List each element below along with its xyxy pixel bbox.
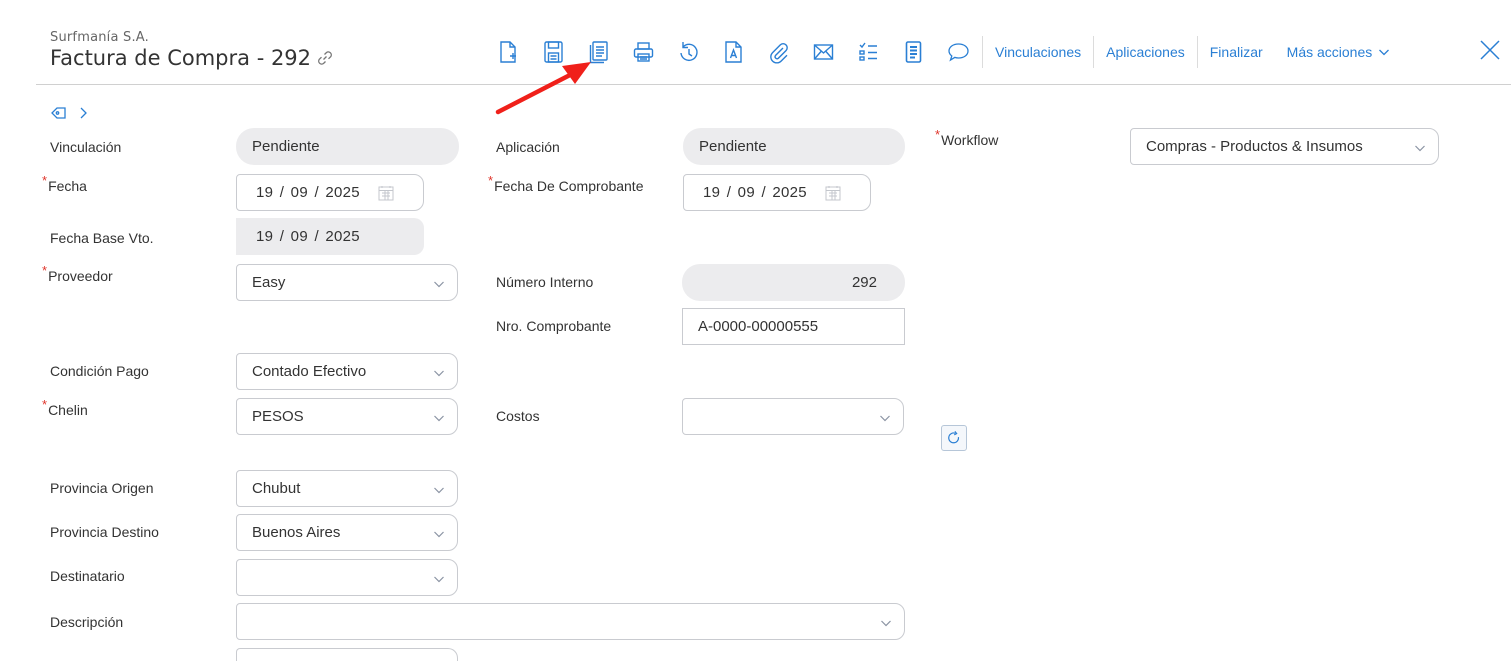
fecha-input[interactable]: 19 / 09 / 2025: [236, 174, 424, 211]
header-divider: [36, 84, 1511, 85]
chevron-right-icon[interactable]: [74, 104, 92, 122]
close-icon[interactable]: [1478, 38, 1502, 62]
fecha-comprobante-label: *Fecha De Comprobante: [488, 173, 644, 194]
chelin-label-text: Chelin: [48, 402, 88, 418]
fecha-label-text: Fecha: [48, 178, 87, 194]
nro-comprobante-value: A-0000-00000555: [698, 318, 819, 335]
chelin-select[interactable]: PESOS: [236, 398, 458, 435]
tags-row: [50, 104, 92, 122]
page-header: Surfmanía S.A. Factura de Compra - 292 V…: [0, 0, 1511, 86]
toolbar-separator: [982, 36, 983, 68]
chevron-down-icon: [434, 576, 444, 583]
required-marker: *: [935, 127, 941, 142]
fecha-comprobante-label-text: Fecha De Comprobante: [494, 178, 644, 194]
copy-document-icon[interactable]: [587, 39, 610, 65]
nro-comprobante-label: Nro. Comprobante: [496, 318, 612, 334]
mas-acciones-label: Más acciones: [1286, 44, 1373, 60]
workflow-label-text: Workflow: [941, 132, 999, 148]
chevron-down-icon: [880, 415, 890, 422]
report-icon[interactable]: [902, 39, 925, 65]
fecha-base-vto-field: 19 / 09 / 2025: [236, 218, 424, 255]
proveedor-label: *Proveedor: [42, 263, 113, 284]
chevron-down-icon: [434, 415, 444, 422]
chevron-down-icon: [434, 370, 444, 377]
link-icon[interactable]: [315, 48, 335, 68]
provincia-destino-select[interactable]: Buenos Aires: [236, 514, 458, 551]
condicion-pago-value: Contado Efectivo: [252, 363, 367, 380]
workflow-value: Compras - Productos & Insumos: [1146, 138, 1363, 155]
chelin-label: *Chelin: [42, 397, 88, 418]
condicion-pago-label: Condición Pago: [50, 363, 149, 379]
calendar-icon[interactable]: [824, 184, 842, 202]
required-marker: *: [42, 173, 48, 188]
fecha-comprobante-input[interactable]: 19 / 09 / 2025: [683, 174, 871, 211]
aplicacion-field: Pendiente: [683, 128, 905, 165]
proveedor-label-text: Proveedor: [48, 268, 113, 284]
history-icon[interactable]: [677, 39, 700, 65]
condicion-pago-select[interactable]: Contado Efectivo: [236, 353, 458, 390]
document-title: Factura de Compra - 292: [50, 46, 312, 70]
numero-interno-field: 292: [682, 264, 905, 301]
refresh-icon: [948, 430, 960, 444]
attachment-icon[interactable]: [767, 39, 790, 65]
workflow-label: *Workflow: [935, 127, 999, 148]
company-name: Surfmanía S.A.: [50, 30, 149, 45]
print-icon[interactable]: [632, 39, 655, 65]
aplicaciones-button[interactable]: Aplicaciones: [1106, 44, 1185, 60]
vinculacion-field: Pendiente: [236, 128, 459, 165]
destinatario-select[interactable]: [236, 559, 458, 596]
provincia-origen-value: Chubut: [252, 480, 301, 497]
provincia-destino-label: Provincia Destino: [50, 524, 159, 540]
chevron-down-icon: [881, 620, 891, 627]
required-marker: *: [42, 263, 48, 278]
aplicacion-label: Aplicación: [496, 139, 560, 155]
costos-label: Costos: [496, 408, 540, 424]
toolbar-separator: [1196, 36, 1198, 68]
provincia-origen-label: Provincia Origen: [50, 480, 154, 496]
comment-icon[interactable]: [947, 39, 970, 65]
tag-icon[interactable]: [50, 104, 68, 122]
proveedor-select[interactable]: Easy: [236, 264, 458, 301]
chevron-down-icon: [1415, 145, 1425, 152]
fecha-comprobante-value: 19 / 09 / 2025: [703, 184, 807, 201]
destinatario-label: Destinatario: [50, 568, 125, 584]
save-icon[interactable]: [542, 39, 565, 65]
text-document-icon[interactable]: [722, 39, 745, 65]
descripcion-select[interactable]: [236, 603, 905, 640]
new-document-icon[interactable]: [497, 39, 520, 65]
numero-interno-label: Número Interno: [496, 274, 594, 290]
chevron-down-icon: [434, 487, 444, 494]
workflow-select[interactable]: Compras - Productos & Insumos: [1130, 128, 1439, 165]
fecha-base-vto-value: 19 / 09 / 2025: [256, 228, 360, 245]
chevron-down-icon: [1379, 49, 1390, 56]
vinculacion-label: Vinculación: [50, 139, 122, 155]
mas-acciones-button[interactable]: Más acciones: [1287, 44, 1391, 60]
proveedor-value: Easy: [252, 274, 286, 291]
chevron-down-icon: [434, 531, 444, 538]
chelin-value: PESOS: [252, 408, 304, 425]
toolbar-separator: [1093, 36, 1095, 68]
finalizar-button[interactable]: Finalizar: [1210, 44, 1263, 60]
vinculaciones-button[interactable]: Vinculaciones: [995, 44, 1081, 60]
chevron-down-icon: [434, 281, 444, 288]
provincia-destino-value: Buenos Aires: [252, 524, 341, 541]
next-field-partial[interactable]: [236, 648, 458, 661]
required-marker: *: [488, 173, 494, 188]
required-marker: *: [42, 397, 48, 412]
toolbar: Vinculaciones Aplicaciones Finalizar Más…: [497, 36, 1390, 68]
checklist-icon[interactable]: [857, 39, 880, 65]
fecha-value: 19 / 09 / 2025: [256, 184, 360, 201]
calendar-icon[interactable]: [377, 184, 395, 202]
fecha-base-vto-label: Fecha Base Vto.: [50, 230, 154, 246]
costos-select[interactable]: [682, 398, 904, 435]
page-title: Factura de Compra - 292: [50, 46, 335, 70]
descripcion-label: Descripción: [50, 614, 124, 630]
provincia-origen-select[interactable]: Chubut: [236, 470, 458, 507]
refresh-button[interactable]: [941, 425, 967, 451]
email-icon[interactable]: [812, 39, 835, 65]
fecha-label: *Fecha: [42, 173, 87, 194]
nro-comprobante-input[interactable]: A-0000-00000555: [682, 308, 905, 345]
